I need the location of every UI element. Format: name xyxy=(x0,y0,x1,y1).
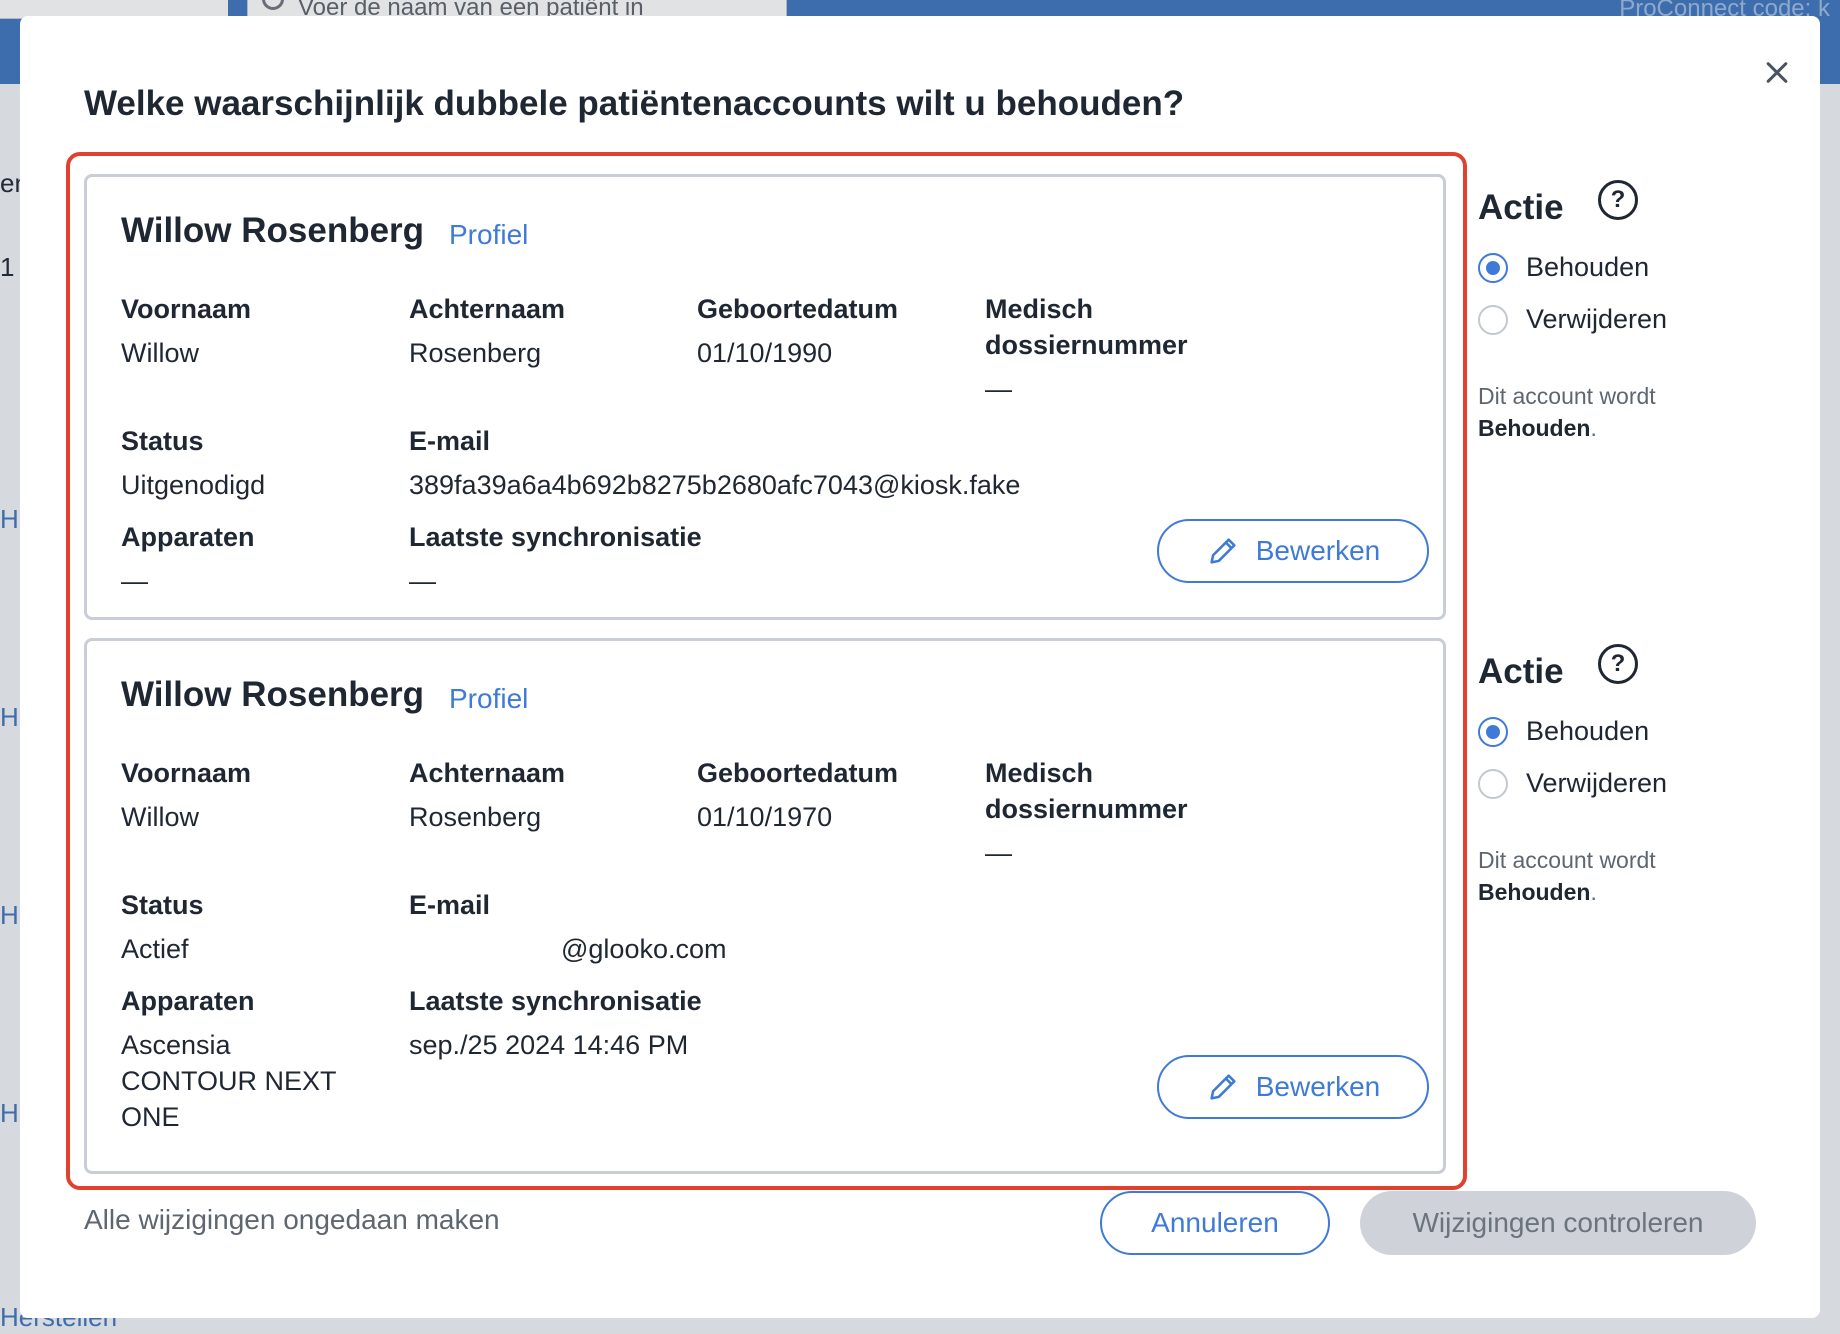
last-name-value: Rosenberg xyxy=(409,802,542,832)
cancel-button[interactable]: Annuleren xyxy=(1100,1191,1330,1255)
help-icon[interactable]: ? xyxy=(1598,644,1638,684)
status-label: Status xyxy=(121,426,204,456)
undo-all-changes-link[interactable]: Alle wijzigingen ongedaan maken xyxy=(84,1204,500,1236)
modal-title: Welke waarschijnlijk dubbele patiëntenac… xyxy=(84,84,1185,123)
dob-value: 01/10/1970 xyxy=(697,802,833,832)
email-value: 389fa39a6a4b692b8275b2680afc7043@kiosk.f… xyxy=(409,470,1021,500)
status-value: Uitgenodigd xyxy=(121,470,266,500)
radio-button-checked[interactable] xyxy=(1478,716,1508,747)
action-note: Dit account wordt Behouden. xyxy=(1478,847,1656,905)
first-name-label: Voornaam xyxy=(121,294,252,324)
pencil-icon xyxy=(1210,538,1236,564)
dob-label: Geboortedatum xyxy=(697,294,899,324)
patient-name: Willow Rosenberg xyxy=(121,675,425,714)
email-value: @glooko.com xyxy=(561,934,727,964)
dob-label: Geboortedatum xyxy=(697,758,899,788)
radio-delete[interactable]: Verwijderen xyxy=(1478,768,1667,799)
last-sync-value: sep./25 2024 14:46 PM xyxy=(409,1030,689,1060)
pencil-icon xyxy=(1210,1074,1236,1100)
patient-card: Willow Rosenberg Profiel Voornaam Willow… xyxy=(84,638,1446,1174)
radio-keep[interactable]: Behouden xyxy=(1478,716,1649,747)
merge-duplicates-modal: Welke waarschijnlijk dubbele patiëntenac… xyxy=(20,16,1820,1318)
action-note: Dit account wordt Behouden. xyxy=(1478,383,1656,441)
devices-label: Apparaten xyxy=(121,986,255,1016)
dob-value: 01/10/1990 xyxy=(697,338,833,368)
help-icon[interactable]: ? xyxy=(1598,180,1638,220)
review-changes-button[interactable]: Wijzigingen controleren xyxy=(1360,1191,1756,1255)
edit-button[interactable]: Bewerken xyxy=(1157,519,1429,583)
patient-card: Willow Rosenberg Profiel Voornaam Willow… xyxy=(84,174,1446,620)
radio-button-checked[interactable] xyxy=(1478,252,1508,283)
last-name-label: Achternaam xyxy=(409,294,566,324)
last-name-value: Rosenberg xyxy=(409,338,542,368)
first-name-label: Voornaam xyxy=(121,758,252,788)
last-name-label: Achternaam xyxy=(409,758,566,788)
radio-button[interactable] xyxy=(1478,768,1508,799)
profile-link[interactable]: Profiel xyxy=(449,683,528,715)
mrn-value: — xyxy=(985,374,1012,404)
radio-delete[interactable]: Verwijderen xyxy=(1478,304,1667,335)
devices-label: Apparaten xyxy=(121,522,255,552)
first-name-value: Willow xyxy=(121,802,199,832)
last-sync-label: Laatste synchronisatie xyxy=(409,522,702,552)
email-label: E-mail xyxy=(409,890,491,920)
radio-keep[interactable]: Behouden xyxy=(1478,252,1649,283)
last-sync-label: Laatste synchronisatie xyxy=(409,986,702,1016)
action-title: Actie xyxy=(1478,652,1564,691)
action-title: Actie xyxy=(1478,188,1564,227)
close-icon[interactable] xyxy=(1755,50,1799,94)
mrn-label: Medisch dossiernummer xyxy=(985,758,1188,824)
status-value: Actief xyxy=(121,934,189,964)
patient-name: Willow Rosenberg xyxy=(121,211,425,250)
status-label: Status xyxy=(121,890,204,920)
mrn-value: — xyxy=(985,838,1012,868)
radio-button[interactable] xyxy=(1478,304,1508,335)
mrn-label: Medisch dossiernummer xyxy=(985,294,1188,360)
first-name-value: Willow xyxy=(121,338,199,368)
devices-value: Ascensia CONTOUR NEXT ONE xyxy=(121,1030,337,1132)
devices-value: — xyxy=(121,566,148,596)
edit-button[interactable]: Bewerken xyxy=(1157,1055,1429,1119)
email-label: E-mail xyxy=(409,426,491,456)
profile-link[interactable]: Profiel xyxy=(449,219,528,251)
last-sync-value: — xyxy=(409,566,436,596)
